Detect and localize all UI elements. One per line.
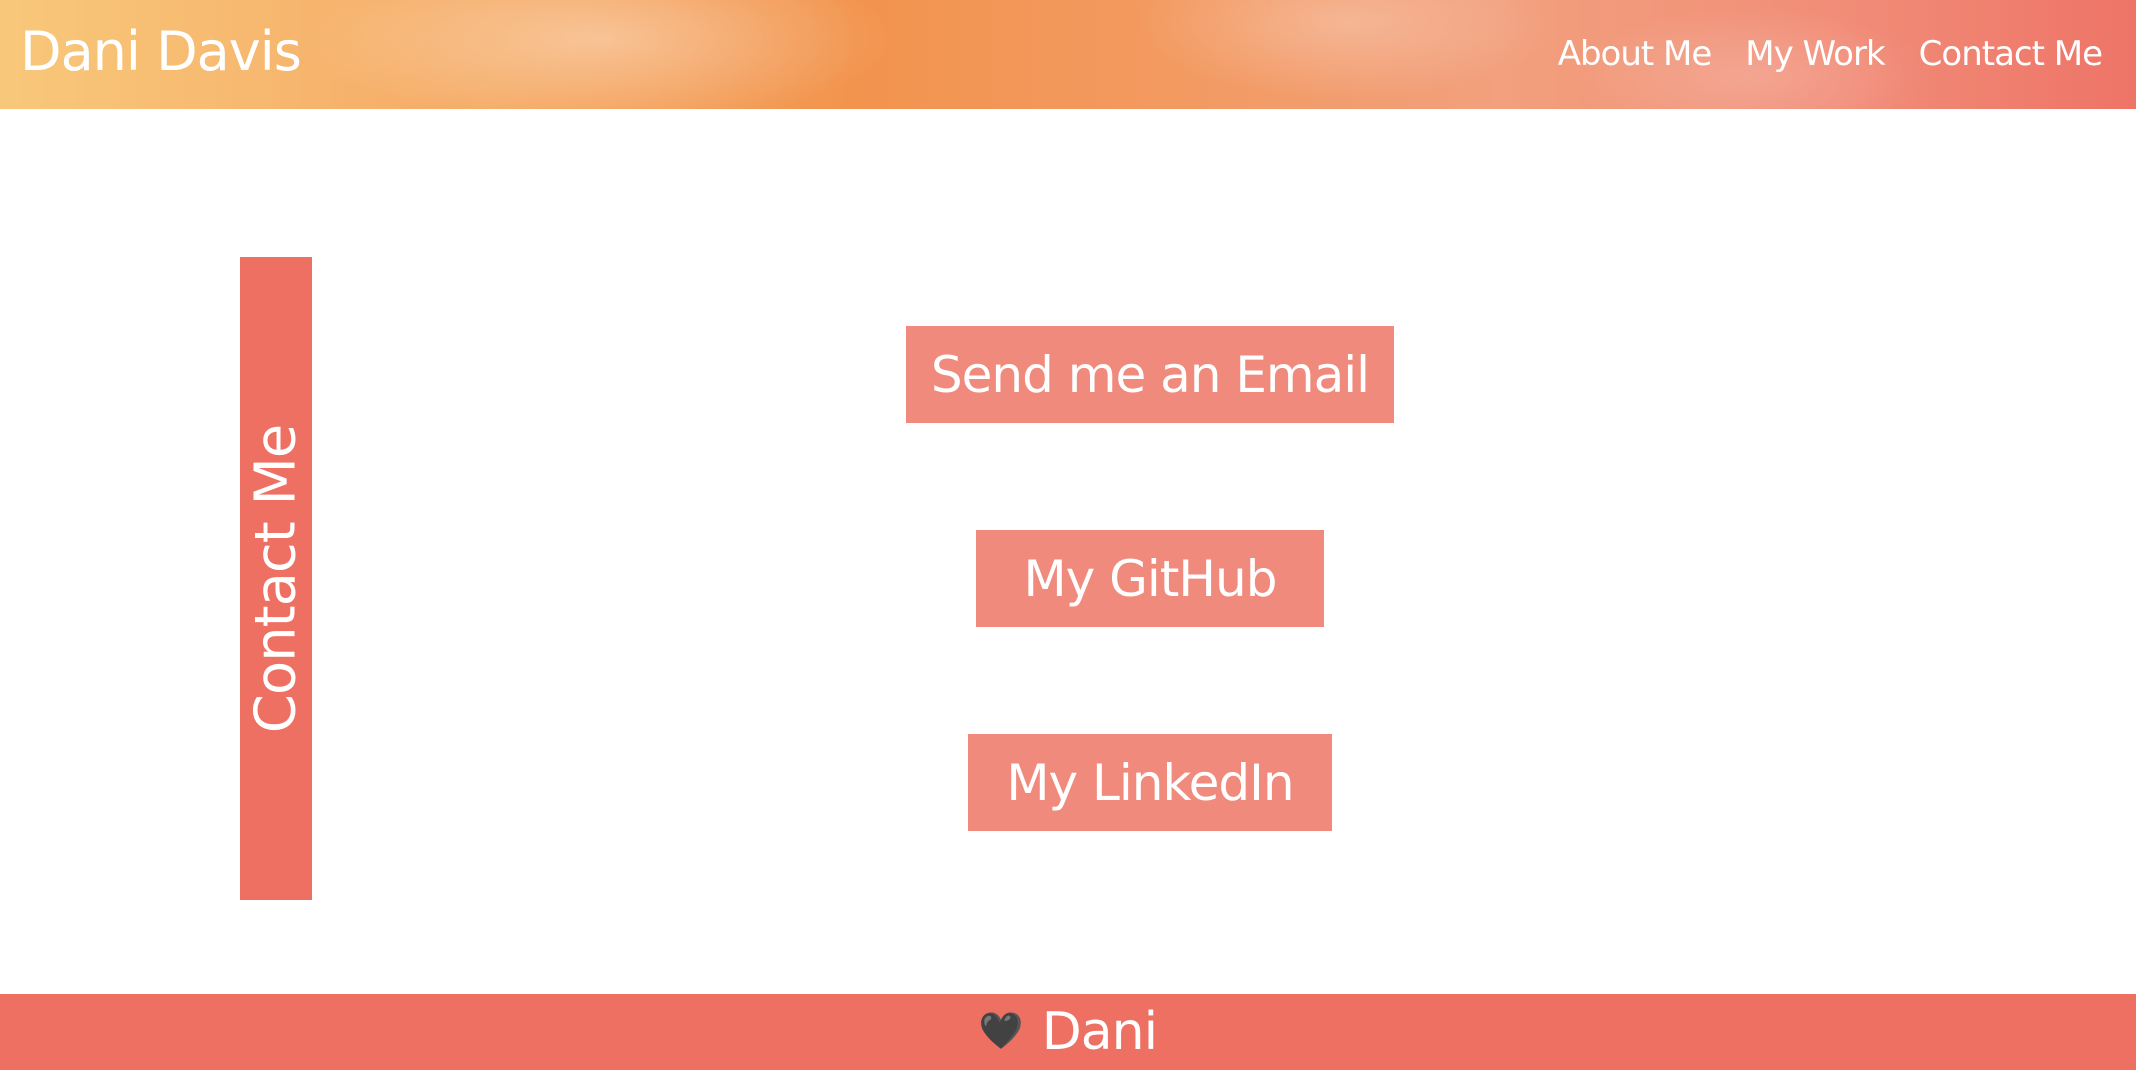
main-nav: About Me My Work Contact Me [1558,32,2103,76]
site-title[interactable]: Dani Davis [20,20,302,84]
github-button[interactable]: My GitHub [976,530,1324,627]
nav-link-about-me[interactable]: About Me [1558,32,1713,76]
site-header: Dani Davis About Me My Work Contact Me [0,0,2136,109]
linkedin-button[interactable]: My LinkedIn [968,734,1332,831]
footer-name: Dani [1041,1002,1158,1062]
heart-icon: 🖤 [978,1011,1024,1052]
contact-section-label: Contact Me [240,257,312,900]
nav-link-my-work[interactable]: My Work [1745,32,1885,76]
nav-link-contact-me[interactable]: Contact Me [1919,32,2103,76]
site-footer: 🖤 Dani [0,994,2136,1070]
page: Dani Davis About Me My Work Contact Me C… [0,0,2136,1070]
send-email-button[interactable]: Send me an Email [906,326,1394,423]
section-title: Contact Me [243,424,309,733]
